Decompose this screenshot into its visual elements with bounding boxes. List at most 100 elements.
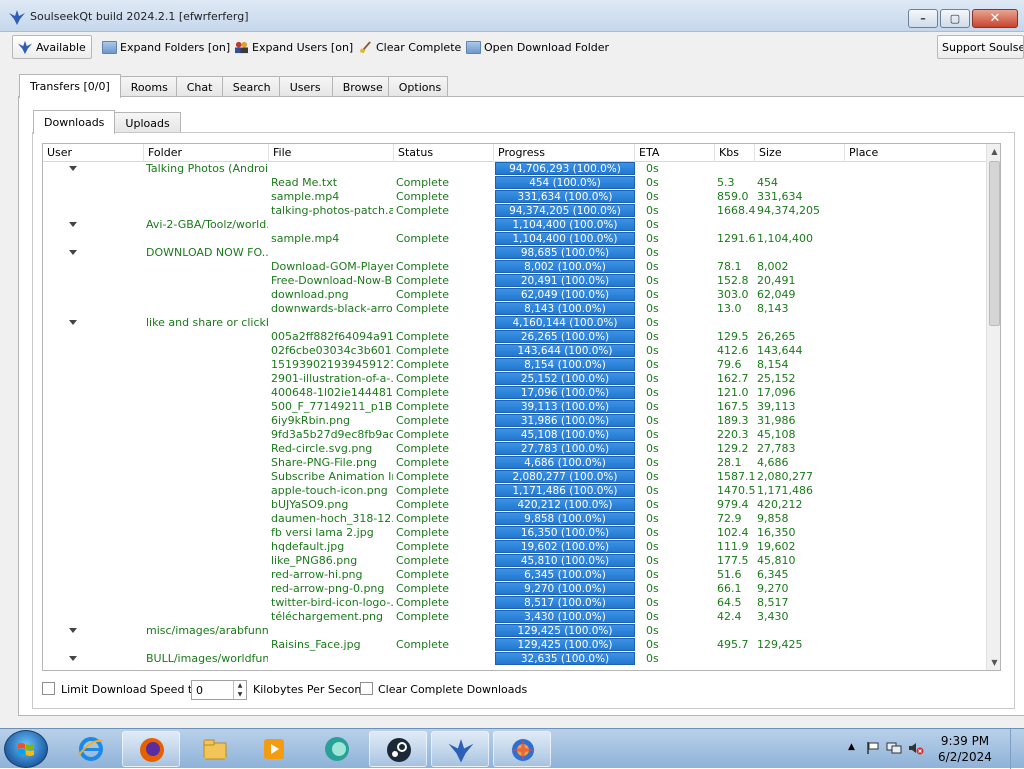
expand-folders-button[interactable]: Expand Folders [on]	[98, 35, 234, 59]
spin-up-icon[interactable]: ▲	[234, 681, 246, 690]
speed-limit-spinbox[interactable]: 0 ▲ ▼	[191, 680, 247, 700]
table-row-folder-group[interactable]: Talking Photos (Androi... 94,706,293 (100…	[43, 162, 986, 176]
table-row[interactable]: sample.mp4 Complete 331,634 (100.0%) 0s 859.…	[43, 190, 986, 204]
expand-arrow-icon[interactable]	[69, 656, 77, 661]
expand-arrow-icon[interactable]	[69, 166, 77, 171]
table-row[interactable]: red-arrow-png-0.png Complete 9,270 (100.0%…	[43, 582, 986, 596]
clear-complete-downloads-checkbox[interactable]	[360, 682, 373, 695]
expand-arrow-icon[interactable]	[69, 628, 77, 633]
table-row[interactable]: 6iy9kRbin.png Complete 31,986 (100.0%) 0s 18…	[43, 414, 986, 428]
column-header-eta[interactable]: ETA	[635, 144, 715, 162]
network-icon[interactable]	[886, 741, 902, 755]
column-header-kbs[interactable]: Kbs	[715, 144, 755, 162]
table-row[interactable]: téléchargement.png Complete 3,430 (100.0%)…	[43, 610, 986, 624]
close-button[interactable]: ✕	[972, 9, 1018, 28]
spin-down-icon[interactable]: ▼	[234, 690, 246, 699]
column-header-file[interactable]: File	[269, 144, 394, 162]
table-row[interactable]: 2901-illustration-of-a-... Complete 25,152…	[43, 372, 986, 386]
table-row[interactable]: Red-circle.svg.png Complete 27,783 (100.0%…	[43, 442, 986, 456]
support-label: Support Soulseek	[942, 40, 1024, 54]
maximize-button[interactable]: ▢	[940, 9, 970, 28]
table-row[interactable]: like_PNG86.png Complete 45,810 (100.0%) 0s 1…	[43, 554, 986, 568]
taskbar-firefox[interactable]	[122, 731, 180, 767]
limit-speed-checkbox[interactable]	[42, 682, 55, 695]
column-header-progress[interactable]: Progress	[494, 144, 635, 162]
tab-rooms[interactable]: Rooms	[119, 76, 177, 98]
tab-chat[interactable]: Chat	[175, 76, 223, 98]
transfer-subtabs: Downloads Uploads	[33, 110, 181, 134]
tab-options[interactable]: Options	[387, 76, 448, 98]
table-row[interactable]: downwards-black-arro... Complete 8,143 (10…	[43, 302, 986, 316]
expand-arrow-icon[interactable]	[69, 250, 77, 255]
tab-search[interactable]: Search	[221, 76, 280, 98]
scroll-thumb[interactable]	[989, 161, 1000, 326]
title-bar[interactable]: SoulseekQt build 2024.2.1 [efwrferferg] …	[0, 0, 1024, 32]
taskbar-ie[interactable]	[62, 731, 120, 767]
table-row[interactable]: bUJYaSO9.png Complete 420,212 (100.0%) 0s 97…	[43, 498, 986, 512]
column-header-size[interactable]: Size	[755, 144, 845, 162]
taskbar-explorer[interactable]	[186, 731, 244, 767]
support-soulseek-button[interactable]: Support Soulseek	[937, 35, 1024, 59]
main-tabs: Transfers [0/0] Rooms Chat Search Users …	[19, 74, 448, 98]
table-row[interactable]: 400648-1l02ie144481... Complete 17,096 (10…	[43, 386, 986, 400]
column-header-user[interactable]: User	[43, 144, 144, 162]
clear-complete-button[interactable]: Clear Complete	[354, 35, 465, 59]
table-row[interactable]: apple-touch-icon.png Complete 1,171,486 (1…	[43, 484, 986, 498]
tab-uploads[interactable]: Uploads	[114, 112, 181, 134]
cell-size: 8,154	[757, 358, 789, 371]
table-row[interactable]: hqdefault.jpg Complete 19,602 (100.0%) 0s 11…	[43, 540, 986, 554]
tab-transfers[interactable]: Transfers [0/0]	[19, 74, 121, 98]
taskbar-soulseek[interactable]	[431, 731, 489, 767]
table-row-folder-group[interactable]: misc/images/arabfunn... 129,425 (100.0%) 0…	[43, 624, 986, 638]
table-row[interactable]: Share-PNG-File.png Complete 4,686 (100.0%)…	[43, 456, 986, 470]
table-row[interactable]: red-arrow-hi.png Complete 6,345 (100.0%) 0s…	[43, 568, 986, 582]
table-row-folder-group[interactable]: BULL/images/worldfun... 32,635 (100.0%) 0s	[43, 652, 986, 666]
volume-muted-icon[interactable]	[908, 741, 924, 755]
expand-arrow-icon[interactable]	[69, 222, 77, 227]
show-hidden-icons-icon[interactable]: ▲	[848, 742, 855, 752]
minimize-button[interactable]: –	[908, 9, 938, 28]
scroll-up-icon[interactable]: ▲	[987, 144, 1000, 159]
show-desktop-button[interactable]	[1010, 729, 1024, 769]
table-row[interactable]: Free-Download-Now-B... Complete 20,491 (10…	[43, 274, 986, 288]
table-row[interactable]: daumen-hoch_318-12... Complete 9,858 (100.…	[43, 512, 986, 526]
column-header-folder[interactable]: Folder	[144, 144, 269, 162]
table-row[interactable]: twitter-bird-icon-logo-... Complete 8,517 …	[43, 596, 986, 610]
table-row[interactable]: 02f6cbe03034c3b601... Complete 143,644 (10…	[43, 344, 986, 358]
scroll-down-icon[interactable]: ▼	[987, 655, 1000, 670]
table-row[interactable]: Subscribe Animation In...Complete 2,080,2…	[43, 470, 986, 484]
column-header-place[interactable]: Place	[845, 144, 986, 162]
taskbar-steam[interactable]	[369, 731, 427, 767]
open-download-folder-button[interactable]: Open Download Folder	[462, 35, 613, 59]
cell-progress: 129,425 (100.0%)	[495, 638, 635, 651]
table-row[interactable]: Download-GOM-Player ...Complete 8,002 (10…	[43, 260, 986, 274]
tab-downloads[interactable]: Downloads	[33, 110, 116, 134]
table-row[interactable]: download.png Complete 62,049 (100.0%) 0s 303…	[43, 288, 986, 302]
available-button[interactable]: Available	[12, 35, 92, 59]
taskbar-app[interactable]	[308, 731, 366, 767]
table-row[interactable]: 500_F_77149211_p1B... Complete 39,113 (100…	[43, 400, 986, 414]
table-row[interactable]: Read Me.txt Complete 454 (100.0%) 0s 5.3 454	[43, 176, 986, 190]
start-button[interactable]	[4, 730, 48, 768]
table-row[interactable]: fb versi lama 2.jpg Complete 16,350 (100.0…	[43, 526, 986, 540]
taskbar-paint[interactable]	[493, 731, 551, 767]
table-row[interactable]: 005a2ff882f64094a91... Complete 26,265 (10…	[43, 330, 986, 344]
table-row[interactable]: Raisins_Face.jpg Complete 129,425 (100.0%)…	[43, 638, 986, 652]
table-row[interactable]: talking-photos-patch.a... Complete 94,374,…	[43, 204, 986, 218]
vertical-scrollbar[interactable]: ▲ ▼	[986, 144, 1000, 670]
table-row-folder-group[interactable]: DOWNLOAD NOW FO... 98,685 (100.0%) 0s	[43, 246, 986, 260]
tab-browse[interactable]: Browse	[331, 76, 389, 98]
table-row-folder-group[interactable]: like and share or clickb... 4,160,144 (10…	[43, 316, 986, 330]
action-center-flag-icon[interactable]	[866, 741, 880, 755]
expand-users-button[interactable]: Expand Users [on]	[230, 35, 357, 59]
table-row[interactable]: 151939021939459121...Complete 8,154 (100.…	[43, 358, 986, 372]
table-row[interactable]: 9fd3a5b27d9ec8fb9ad... Complete 45,108 (10…	[43, 428, 986, 442]
cell-eta: 0s	[646, 596, 659, 609]
taskbar-media-player[interactable]	[245, 731, 303, 767]
table-row-folder-group[interactable]: Avi-2-GBA/Toolz/world... 1,104,400 (100.0…	[43, 218, 986, 232]
tab-users[interactable]: Users	[278, 76, 333, 98]
clock[interactable]: 9:39 PM 6/2/2024	[930, 733, 1000, 765]
expand-arrow-icon[interactable]	[69, 320, 77, 325]
column-header-status[interactable]: Status	[394, 144, 494, 162]
table-row[interactable]: sample.mp4 Complete 1,104,400 (100.0%) 0s 12…	[43, 232, 986, 246]
